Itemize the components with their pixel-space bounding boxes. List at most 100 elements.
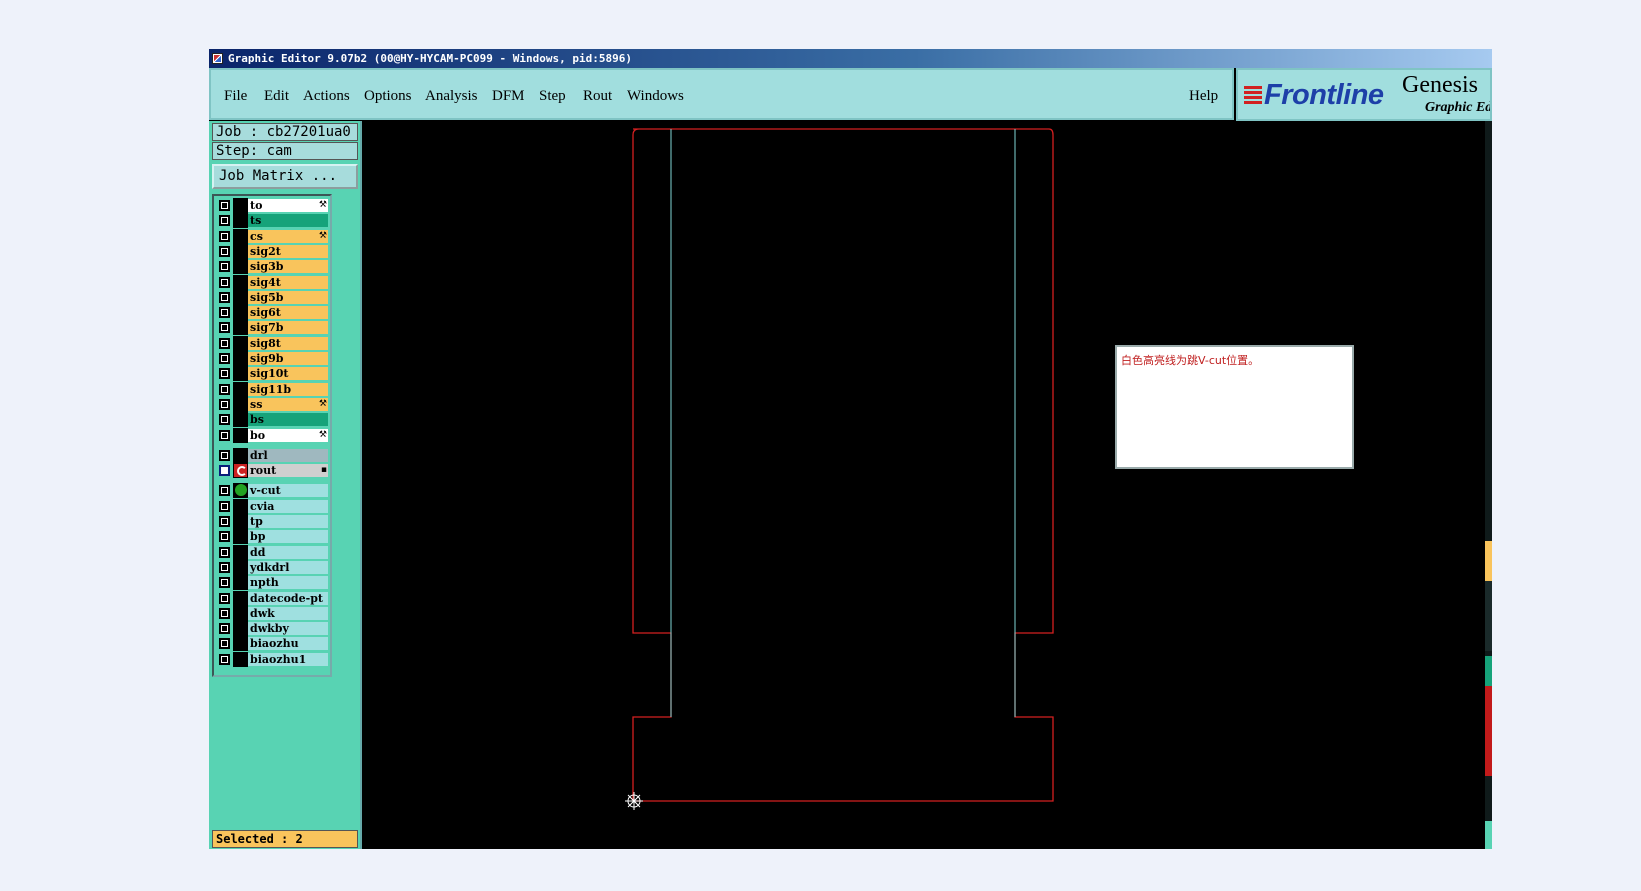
layer-name[interactable]: ss	[248, 397, 328, 411]
layer-name[interactable]: sig6t	[248, 306, 328, 320]
layer-name[interactable]: biaozhu1	[248, 652, 328, 666]
menu-edit[interactable]: Edit	[264, 88, 289, 105]
layer-checkbox[interactable]	[219, 653, 230, 665]
layer-checkbox[interactable]	[219, 623, 230, 635]
layer-checkbox[interactable]	[219, 516, 230, 527]
layer-row-dd[interactable]: dd	[216, 544, 330, 560]
layer-checkbox[interactable]	[219, 398, 230, 410]
layer-name[interactable]: cs	[248, 229, 328, 243]
layer-checkbox[interactable]	[219, 368, 230, 380]
layer-checkbox[interactable]	[219, 561, 230, 573]
layer-row-ts[interactable]: ts	[216, 213, 330, 229]
right-toolbar[interactable]	[1485, 121, 1492, 849]
layer-row-ss[interactable]: ss ⚒	[216, 396, 330, 412]
layer-name[interactable]: cvia	[248, 499, 328, 513]
layer-checkbox[interactable]	[219, 607, 230, 619]
layer-row-dwk[interactable]: dwk	[216, 605, 330, 621]
layer-name[interactable]: v-cut	[248, 484, 328, 498]
layer-name[interactable]: bs	[248, 413, 328, 427]
layer-checkbox[interactable]	[219, 465, 230, 477]
layer-row-sig4t[interactable]: sig4t	[216, 274, 330, 290]
layer-row-npth[interactable]: npth	[216, 575, 330, 591]
layer-row-bp[interactable]: bp	[216, 529, 330, 545]
layer-name[interactable]: biaozhu	[248, 637, 328, 651]
graphic-canvas[interactable]	[363, 121, 1485, 849]
menu-options[interactable]: Options	[364, 88, 412, 105]
menu-actions[interactable]: Actions	[303, 88, 350, 105]
layer-name[interactable]: sig7b	[248, 321, 328, 335]
layer-checkbox[interactable]	[219, 592, 230, 604]
layer-row-biaozhu1[interactable]: biaozhu1	[216, 651, 330, 667]
title-bar[interactable]: Graphic Editor 9.07b2 (00@HY-HYCAM-PC099…	[209, 49, 1492, 68]
layer-row-to[interactable]: to ⚒	[216, 198, 330, 213]
layer-name[interactable]: sig5b	[248, 290, 328, 304]
layer-checkbox[interactable]	[219, 485, 230, 497]
layer-checkbox[interactable]	[219, 531, 230, 543]
job-matrix-button[interactable]: Job Matrix ...	[212, 164, 358, 189]
layer-name[interactable]: sig4t	[248, 275, 328, 289]
layer-checkbox[interactable]	[219, 322, 230, 334]
layer-checkbox[interactable]	[219, 200, 230, 211]
app-icon[interactable]	[212, 53, 223, 64]
layer-row-sig9b[interactable]: sig9b	[216, 351, 330, 366]
layer-row-sig8t[interactable]: sig8t	[216, 335, 330, 351]
layer-checkbox[interactable]	[219, 383, 230, 395]
layer-name[interactable]: datecode-pt	[248, 591, 328, 605]
layer-checkbox[interactable]	[219, 307, 230, 319]
layer-row-sig2t[interactable]: sig2t	[216, 243, 330, 259]
menu-analysis[interactable]: Analysis	[425, 88, 478, 105]
menu-step[interactable]: Step	[539, 88, 566, 105]
layer-checkbox[interactable]	[219, 638, 230, 650]
layer-row-biaozhu[interactable]: biaozhu	[216, 636, 330, 652]
layer-checkbox[interactable]	[219, 500, 230, 512]
layer-row-dwkby[interactable]: dwkby	[216, 621, 330, 637]
layer-row-sig11b[interactable]: sig11b	[216, 381, 330, 397]
layer-row-ydkdrl[interactable]: ydkdrl	[216, 559, 330, 575]
layer-name[interactable]: drl	[248, 448, 328, 462]
layer-row-cs[interactable]: cs ⚒	[216, 228, 330, 244]
layer-checkbox[interactable]	[219, 261, 230, 273]
layer-name[interactable]: sig2t	[248, 244, 328, 258]
layer-checkbox[interactable]	[219, 291, 230, 303]
layer-checkbox[interactable]	[219, 215, 230, 227]
menu-help[interactable]: Help	[1189, 88, 1218, 105]
layer-name[interactable]: ts	[248, 214, 328, 228]
layer-row-drl[interactable]: drl	[216, 447, 330, 463]
layer-row-sig5b[interactable]: sig5b	[216, 289, 330, 305]
layer-name[interactable]: to	[248, 199, 328, 212]
layer-checkbox[interactable]	[219, 429, 230, 441]
layer-checkbox[interactable]	[219, 353, 230, 364]
menu-rout[interactable]: Rout	[583, 88, 612, 105]
layer-name[interactable]: sig9b	[248, 352, 328, 365]
layer-checkbox[interactable]	[219, 577, 230, 589]
layer-row-bo[interactable]: bo ⚒	[216, 427, 330, 443]
layer-row-sig3b[interactable]: sig3b	[216, 259, 330, 275]
layer-checkbox[interactable]	[219, 414, 230, 426]
layer-checkbox[interactable]	[219, 449, 230, 461]
layer-row-rout[interactable]: rout ▪	[216, 463, 330, 479]
menu-file[interactable]: File	[224, 88, 247, 105]
layer-name[interactable]: bp	[248, 530, 328, 544]
layer-row-tp[interactable]: tp	[216, 514, 330, 529]
layer-checkbox[interactable]	[219, 546, 230, 558]
layer-row-bs[interactable]: bs	[216, 412, 330, 428]
layer-name[interactable]: sig10t	[248, 367, 328, 381]
layer-name[interactable]: rout	[248, 464, 328, 478]
layer-name[interactable]: tp	[248, 515, 328, 528]
layer-row-cvia[interactable]: cvia	[216, 498, 330, 514]
menu-windows[interactable]: Windows	[627, 88, 684, 105]
layer-row-sig6t[interactable]: sig6t	[216, 305, 330, 321]
layer-name[interactable]: sig3b	[248, 260, 328, 274]
layer-checkbox[interactable]	[219, 245, 230, 257]
layer-name[interactable]: dwkby	[248, 622, 328, 636]
layer-name[interactable]: dd	[248, 545, 328, 559]
layer-name[interactable]: sig8t	[248, 336, 328, 350]
layer-row-datecode-pt[interactable]: datecode-pt	[216, 590, 330, 606]
menu-dfm[interactable]: DFM	[492, 88, 525, 105]
layer-checkbox[interactable]	[219, 276, 230, 288]
layer-name[interactable]: ydkdrl	[248, 560, 328, 574]
layer-checkbox[interactable]	[219, 337, 230, 349]
layer-checkbox[interactable]	[219, 230, 230, 242]
layer-name[interactable]: bo	[248, 428, 328, 442]
layer-name[interactable]: dwk	[248, 606, 328, 620]
